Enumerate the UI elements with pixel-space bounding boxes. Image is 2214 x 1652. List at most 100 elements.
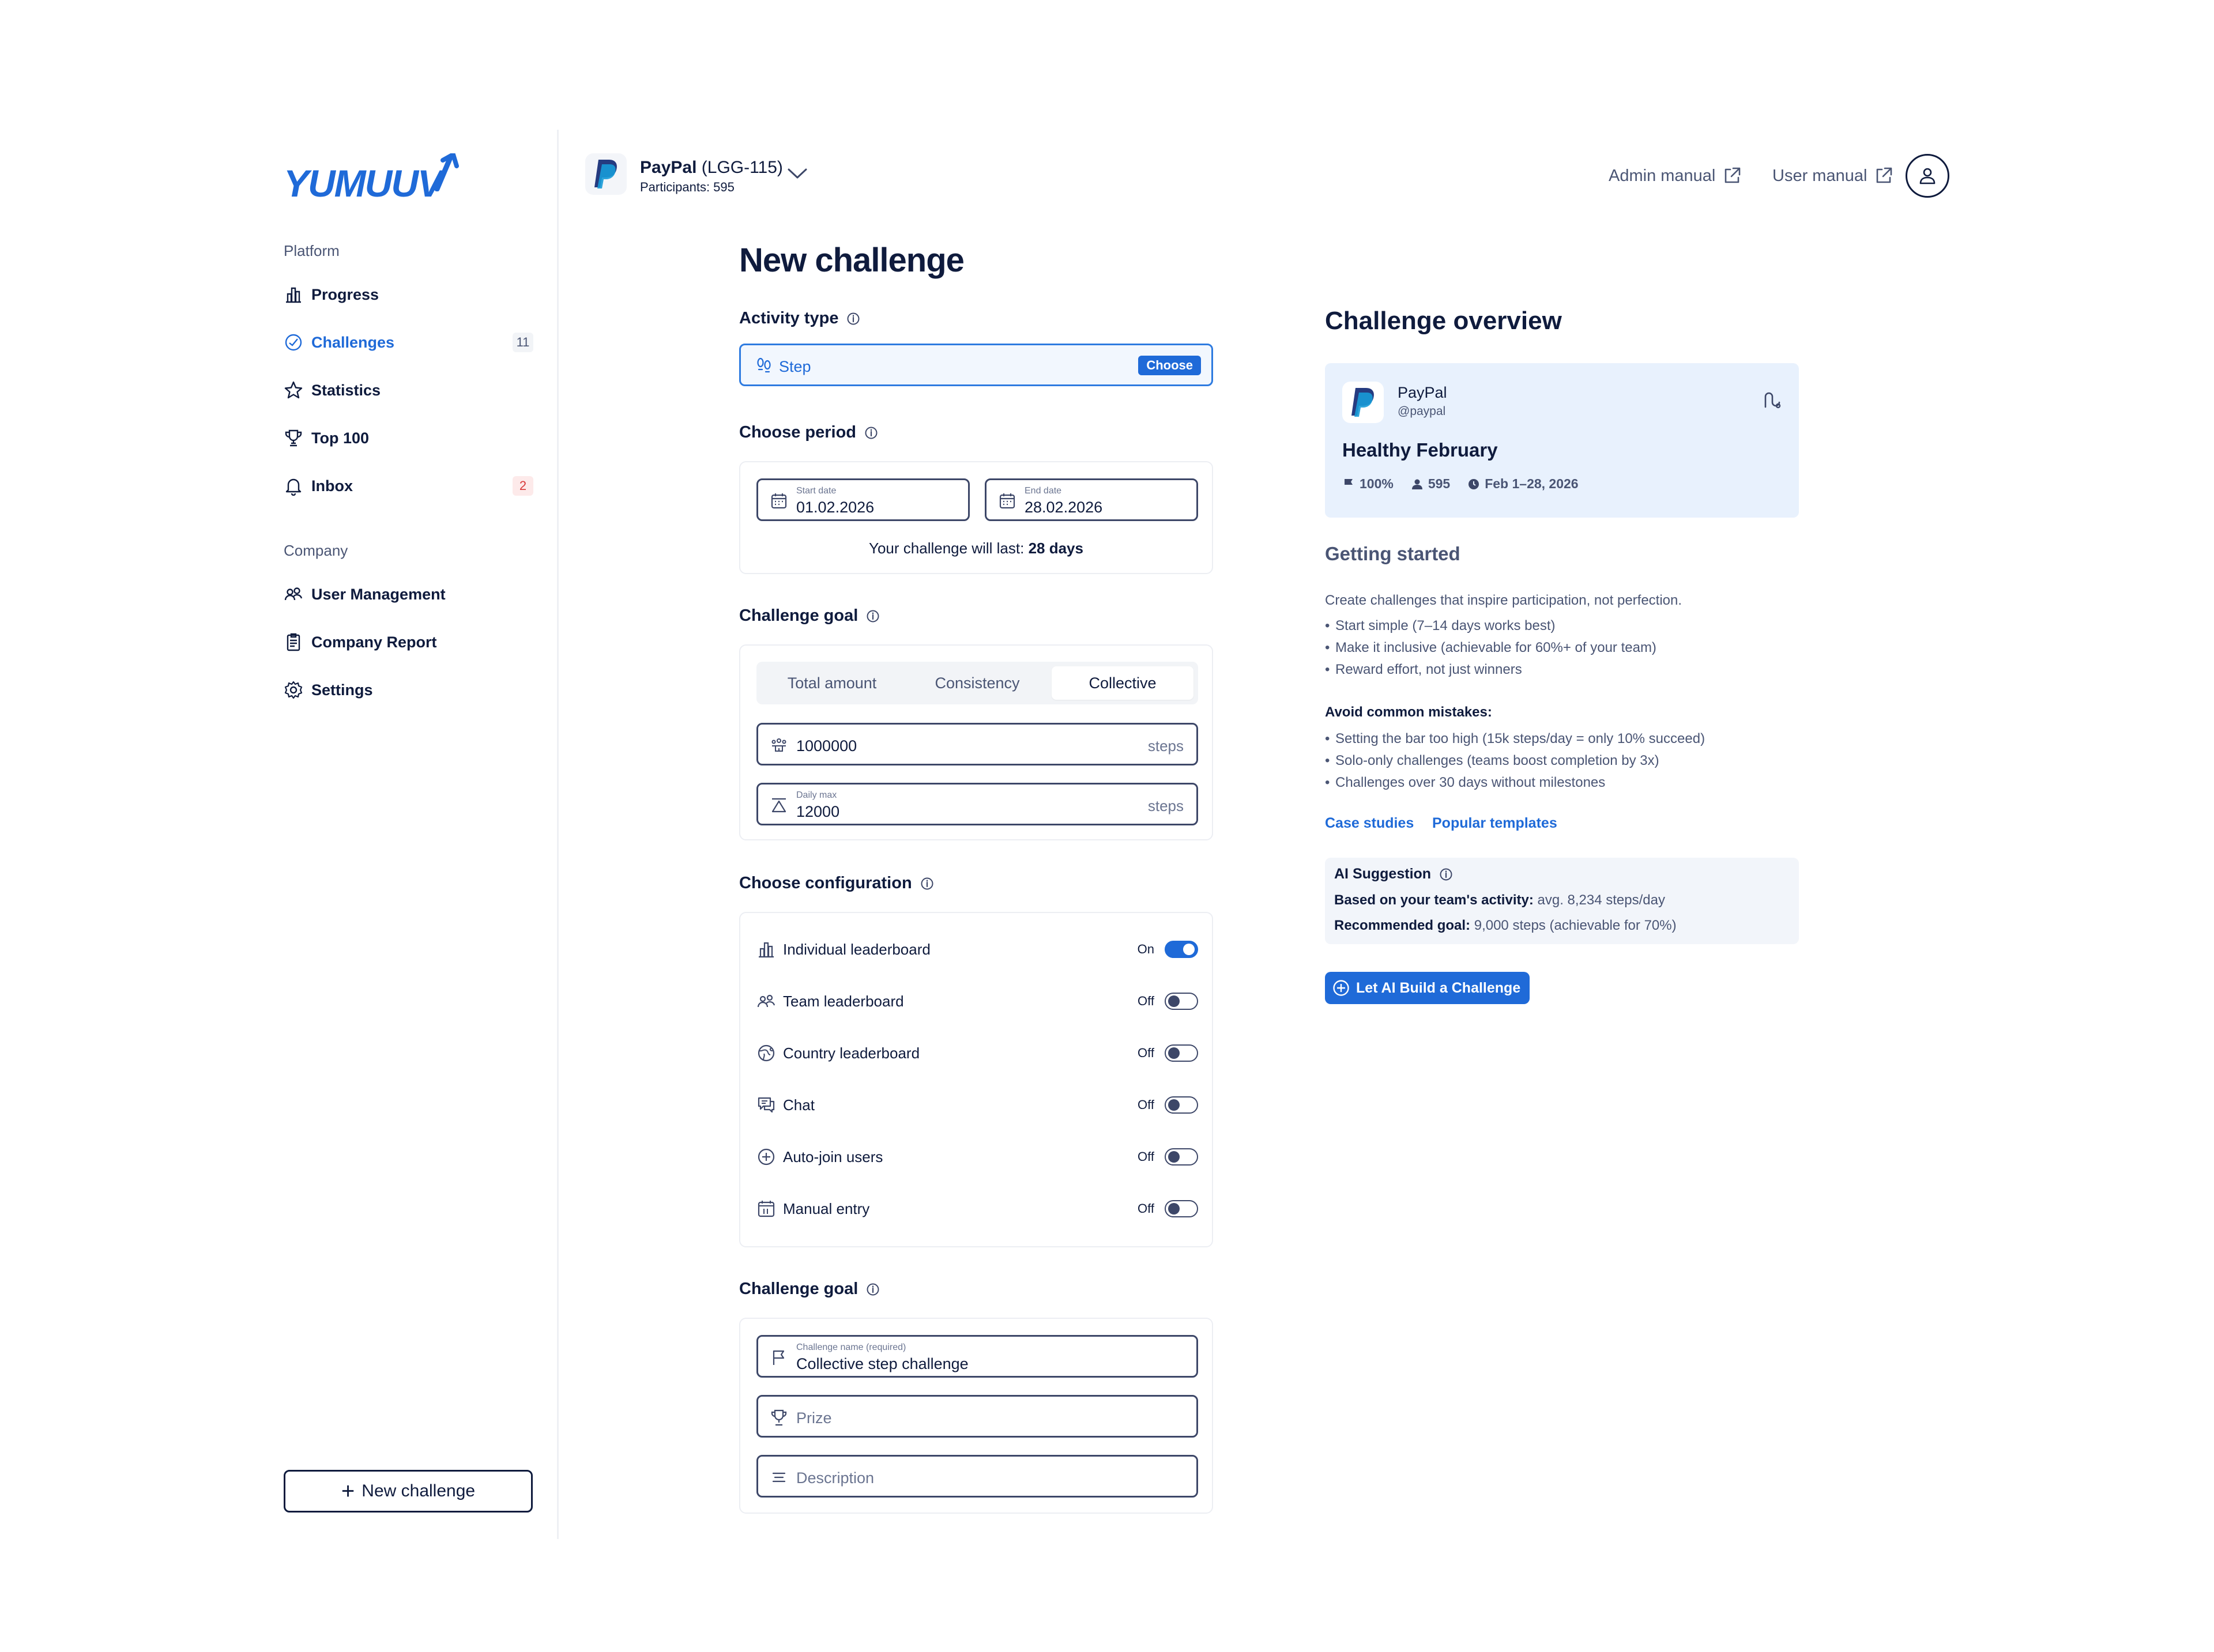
admin-manual-link[interactable]: Admin manual bbox=[1609, 166, 1742, 186]
tip-item: Start simple (7–14 days works best) bbox=[1325, 618, 1556, 634]
tab-consistency[interactable]: Consistency bbox=[906, 666, 1048, 700]
flag-icon bbox=[1345, 478, 1353, 489]
sidebar-item-label: Top 100 bbox=[311, 429, 370, 447]
start-date-input[interactable]: Start date 01.02.2026 bbox=[756, 478, 970, 521]
toggle-knob bbox=[1168, 1151, 1180, 1163]
info-icon[interactable] bbox=[864, 426, 878, 440]
prize-input[interactable]: Prize bbox=[756, 1395, 1198, 1438]
challenges-count-badge: 11 bbox=[513, 333, 533, 352]
daily-max-value: 12000 bbox=[796, 803, 840, 820]
period-panel: Start date 01.02.2026 End date 28.02.202… bbox=[739, 461, 1213, 574]
clock-icon bbox=[1469, 478, 1479, 489]
sidebar-item-settings[interactable]: Settings bbox=[283, 672, 533, 708]
sidebar-item-label: Progress bbox=[311, 285, 379, 303]
tip-item: Make it inclusive (achievable for 60%+ o… bbox=[1325, 640, 1656, 656]
preview-org-logo bbox=[1342, 382, 1384, 423]
overview-title: Challenge overview bbox=[1325, 307, 1562, 335]
sidebar-item-challenges[interactable]: Challenges 11 bbox=[283, 325, 533, 360]
mistakes-title: Avoid common mistakes: bbox=[1325, 704, 1492, 720]
preview-completion: 100% bbox=[1342, 476, 1394, 492]
chevron-down-icon[interactable] bbox=[787, 167, 808, 180]
paypal-logo-icon bbox=[1351, 388, 1374, 417]
sidebar-item-statistics[interactable]: Statistics bbox=[283, 372, 533, 408]
brand-logo[interactable]: YUMUUV bbox=[284, 161, 443, 205]
org-code: (LGG-115) bbox=[701, 158, 783, 177]
bar-chart-icon bbox=[759, 942, 774, 958]
activity-type-title-text: Activity type bbox=[739, 309, 839, 327]
manual-entry-toggle[interactable] bbox=[1165, 1200, 1198, 1217]
ai-goal-value: 9,000 steps (achievable for 70%) bbox=[1474, 918, 1677, 933]
plus-icon: + bbox=[341, 1478, 355, 1504]
description-placeholder: Description bbox=[796, 1469, 875, 1487]
org-switcher[interactable]: PayPal (LGG-115) bbox=[640, 158, 783, 178]
config-state: Off bbox=[1138, 1201, 1154, 1216]
sidebar-item-user-management[interactable]: User Management bbox=[283, 576, 533, 612]
ai-goal-line: Recommended goal: 9,000 steps (achievabl… bbox=[1334, 918, 1677, 934]
config-team-leaderboard: Team leaderboard Off bbox=[756, 987, 1198, 1016]
toggle-knob bbox=[1168, 995, 1180, 1007]
sidebar: YUMUUV Platform Progress Challenges 11 S… bbox=[0, 0, 558, 1652]
challenge-name-input[interactable]: Challenge name (required) Collective ste… bbox=[756, 1335, 1198, 1378]
info-icon[interactable] bbox=[920, 877, 934, 891]
choose-activity-button[interactable]: Choose bbox=[1138, 356, 1201, 375]
team-icon bbox=[757, 994, 775, 1008]
team-leaderboard-toggle[interactable] bbox=[1165, 993, 1198, 1010]
daily-max-input[interactable]: Daily max 12000 steps bbox=[756, 783, 1198, 825]
user-avatar-button[interactable] bbox=[1906, 154, 1949, 198]
activity-type-value: Step bbox=[779, 358, 811, 375]
ai-build-challenge-button[interactable]: Let AI Build a Challenge bbox=[1325, 972, 1530, 1004]
sidebar-item-top-100[interactable]: Top 100 bbox=[283, 420, 533, 456]
popular-templates-link[interactable]: Popular templates bbox=[1432, 815, 1557, 832]
config-state: Off bbox=[1138, 1097, 1154, 1112]
sidebar-item-company-report[interactable]: Company Report bbox=[283, 624, 533, 660]
info-icon[interactable] bbox=[1439, 868, 1453, 881]
challenge-details-panel: Challenge name (required) Collective ste… bbox=[739, 1318, 1213, 1514]
trophy-icon bbox=[285, 429, 302, 447]
individual-leaderboard-toggle[interactable] bbox=[1165, 941, 1198, 958]
sidebar-item-progress[interactable]: Progress bbox=[283, 277, 533, 312]
tip-item: Reward effort, not just winners bbox=[1325, 662, 1522, 678]
goal-amount-unit: steps bbox=[1147, 737, 1184, 755]
gear-icon bbox=[284, 681, 303, 699]
goal-panel: Total amount Consistency Collective 1000… bbox=[739, 644, 1213, 840]
challenge-details-title: Challenge goal bbox=[739, 1280, 880, 1299]
brand-logo-text: YUMUUV bbox=[284, 162, 443, 205]
mistake-item: Challenges over 30 days without mileston… bbox=[1325, 775, 1605, 791]
auto-join-users-toggle[interactable] bbox=[1165, 1148, 1198, 1166]
case-studies-link[interactable]: Case studies bbox=[1325, 815, 1414, 832]
globe-icon bbox=[758, 1044, 775, 1062]
activity-type-select[interactable]: Step Choose bbox=[739, 344, 1213, 386]
end-date-label: End date bbox=[1025, 486, 1062, 496]
admin-manual-label: Admin manual bbox=[1609, 166, 1716, 185]
text-lines-icon bbox=[772, 1472, 786, 1483]
inbox-count-badge: 2 bbox=[513, 476, 533, 496]
challenge-icon bbox=[285, 334, 302, 351]
toggle-knob bbox=[1168, 1047, 1180, 1059]
info-icon[interactable] bbox=[866, 1283, 880, 1296]
description-input[interactable]: Description bbox=[756, 1455, 1198, 1498]
end-date-input[interactable]: End date 28.02.2026 bbox=[985, 478, 1198, 521]
page-title: New challenge bbox=[739, 242, 965, 279]
new-challenge-button[interactable]: + New challenge bbox=[284, 1470, 533, 1513]
goal-amount-input[interactable]: 1000000 steps bbox=[756, 723, 1198, 765]
org-logo bbox=[585, 153, 627, 195]
tab-total-amount[interactable]: Total amount bbox=[761, 666, 903, 700]
config-label: Team leaderboard bbox=[783, 992, 904, 1010]
route-icon[interactable] bbox=[1761, 389, 1783, 410]
mistake-item: Solo-only challenges (teams boost comple… bbox=[1325, 753, 1659, 769]
tab-collective[interactable]: Collective bbox=[1052, 666, 1193, 700]
sidebar-item-inbox[interactable]: Inbox 2 bbox=[283, 468, 533, 504]
info-icon[interactable] bbox=[846, 312, 860, 326]
config-label: Chat bbox=[783, 1096, 815, 1114]
info-icon[interactable] bbox=[866, 609, 880, 623]
challenge-details-title-text: Challenge goal bbox=[739, 1280, 859, 1298]
user-manual-link[interactable]: User manual bbox=[1772, 166, 1893, 186]
config-manual-entry: Manual entry Off bbox=[756, 1194, 1198, 1223]
country-leaderboard-toggle[interactable] bbox=[1165, 1044, 1198, 1062]
ai-activity-label: Based on your team's activity: bbox=[1334, 892, 1534, 908]
calendar-icon bbox=[771, 493, 787, 509]
external-link-icon bbox=[1877, 167, 1892, 183]
config-state: Off bbox=[1138, 994, 1154, 1008]
team-goal-icon bbox=[771, 738, 786, 752]
chat-toggle[interactable] bbox=[1165, 1096, 1198, 1114]
